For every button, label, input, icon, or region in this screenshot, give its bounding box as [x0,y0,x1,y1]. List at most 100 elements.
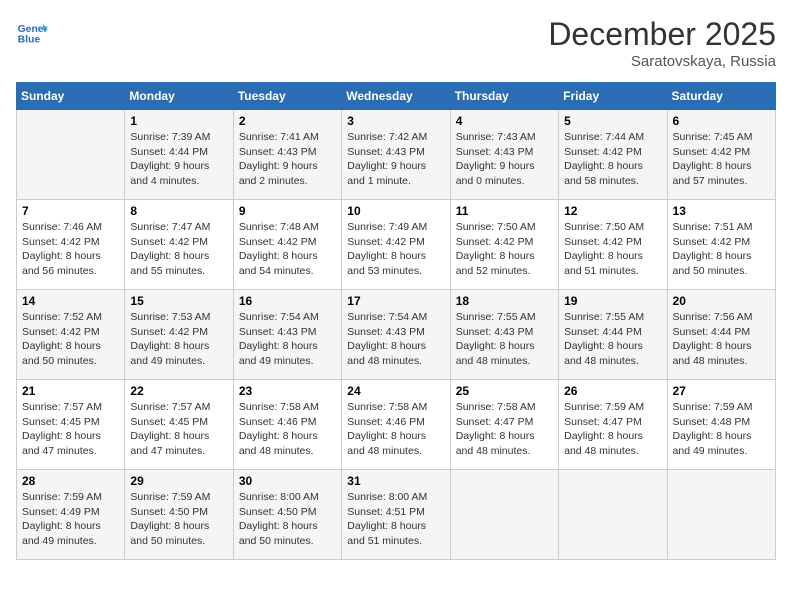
day-info: Sunrise: 7:54 AM Sunset: 4:43 PM Dayligh… [239,310,336,369]
day-info: Sunrise: 7:44 AM Sunset: 4:42 PM Dayligh… [564,130,661,189]
calendar-cell: 22 Sunrise: 7:57 AM Sunset: 4:45 PM Dayli… [125,380,233,470]
calendar-cell: 3Sunrise: 7:42 AM Sunset: 4:43 PM Daylig… [342,110,450,200]
day-number: 2 [239,114,336,128]
calendar-cell [450,470,558,560]
day-info: Sunrise: 7:41 AM Sunset: 4:43 PM Dayligh… [239,130,336,189]
calendar-cell: 16 Sunrise: 7:54 AM Sunset: 4:43 PM Dayli… [233,290,341,380]
day-info: Sunrise: 7:50 AM Sunset: 4:42 PM Dayligh… [564,220,661,279]
day-number: 29 [130,474,227,488]
day-number: 31 [347,474,444,488]
day-info: Sunrise: 7:50 AM Sunset: 4:42 PM Dayligh… [456,220,553,279]
day-info: Sunrise: 7:48 AM Sunset: 4:42 PM Dayligh… [239,220,336,279]
day-info: Sunrise: 7:51 AM Sunset: 4:42 PM Dayligh… [673,220,770,279]
header: General Blue December 2025 Saratovskaya,… [16,16,776,70]
day-info: Sunrise: 7:46 AM Sunset: 4:42 PM Dayligh… [22,220,119,279]
logo: General Blue [16,16,48,48]
day-of-week-header: Wednesday [342,83,450,110]
day-info: Sunrise: 7:59 AM Sunset: 4:48 PM Dayligh… [673,400,770,459]
day-number: 10 [347,204,444,218]
day-of-week-header: Saturday [667,83,775,110]
day-info: Sunrise: 7:58 AM Sunset: 4:46 PM Dayligh… [347,400,444,459]
day-number: 30 [239,474,336,488]
day-info: Sunrise: 7:39 AM Sunset: 4:44 PM Dayligh… [130,130,227,189]
calendar-cell: 9 Sunrise: 7:48 AM Sunset: 4:42 PM Daylig… [233,200,341,290]
day-number: 8 [130,204,227,218]
calendar-cell: 8 Sunrise: 7:47 AM Sunset: 4:42 PM Daylig… [125,200,233,290]
day-info: Sunrise: 7:52 AM Sunset: 4:42 PM Dayligh… [22,310,119,369]
calendar-cell: 10Sunrise: 7:49 AM Sunset: 4:42 PM Dayli… [342,200,450,290]
day-info: Sunrise: 7:55 AM Sunset: 4:43 PM Dayligh… [456,310,553,369]
calendar-cell [17,110,125,200]
calendar-cell: 25 Sunrise: 7:58 AM Sunset: 4:47 PM Dayli… [450,380,558,470]
day-number: 28 [22,474,119,488]
calendar-cell: 6Sunrise: 7:45 AM Sunset: 4:42 PM Daylig… [667,110,775,200]
day-of-week-header: Sunday [17,83,125,110]
day-number: 17 [347,294,444,308]
calendar-cell: 11 Sunrise: 7:50 AM Sunset: 4:42 PM Dayli… [450,200,558,290]
day-number: 18 [456,294,553,308]
calendar-cell: 12 Sunrise: 7:50 AM Sunset: 4:42 PM Dayli… [559,200,667,290]
day-number: 23 [239,384,336,398]
location-subtitle: Saratovskaya, Russia [548,53,776,70]
day-number: 12 [564,204,661,218]
day-of-week-header: Tuesday [233,83,341,110]
calendar-cell: 13 Sunrise: 7:51 AM Sunset: 4:42 PM Dayli… [667,200,775,290]
day-number: 25 [456,384,553,398]
day-info: Sunrise: 7:58 AM Sunset: 4:47 PM Dayligh… [456,400,553,459]
calendar-cell: 29Sunrise: 7:59 AM Sunset: 4:50 PM Dayli… [125,470,233,560]
calendar-cell: 24 Sunrise: 7:58 AM Sunset: 4:46 PM Dayli… [342,380,450,470]
day-info: Sunrise: 7:56 AM Sunset: 4:44 PM Dayligh… [673,310,770,369]
calendar-cell: 5 Sunrise: 7:44 AM Sunset: 4:42 PM Daylig… [559,110,667,200]
day-number: 13 [673,204,770,218]
day-number: 21 [22,384,119,398]
day-number: 6 [673,114,770,128]
calendar-cell [559,470,667,560]
title-area: December 2025 Saratovskaya, Russia [548,16,776,70]
calendar-week-row: 1 Sunrise: 7:39 AM Sunset: 4:44 PM Daylig… [17,110,776,200]
day-number: 24 [347,384,444,398]
day-number: 27 [673,384,770,398]
calendar-cell: 31Sunrise: 8:00 AM Sunset: 4:51 PM Dayli… [342,470,450,560]
calendar-cell: 26Sunrise: 7:59 AM Sunset: 4:47 PM Dayli… [559,380,667,470]
calendar-cell: 28 Sunrise: 7:59 AM Sunset: 4:49 PM Dayli… [17,470,125,560]
calendar-cell: 18 Sunrise: 7:55 AM Sunset: 4:43 PM Dayli… [450,290,558,380]
calendar-cell: 21Sunrise: 7:57 AM Sunset: 4:45 PM Dayli… [17,380,125,470]
calendar-cell: 15 Sunrise: 7:53 AM Sunset: 4:42 PM Dayli… [125,290,233,380]
day-number: 19 [564,294,661,308]
calendar-cell: 2 Sunrise: 7:41 AM Sunset: 4:43 PM Daylig… [233,110,341,200]
day-info: Sunrise: 7:57 AM Sunset: 4:45 PM Dayligh… [130,400,227,459]
calendar-cell: 1 Sunrise: 7:39 AM Sunset: 4:44 PM Daylig… [125,110,233,200]
day-info: Sunrise: 7:53 AM Sunset: 4:42 PM Dayligh… [130,310,227,369]
day-number: 9 [239,204,336,218]
day-info: Sunrise: 7:59 AM Sunset: 4:47 PM Dayligh… [564,400,661,459]
day-number: 4 [456,114,553,128]
day-number: 1 [130,114,227,128]
day-number: 11 [456,204,553,218]
calendar-week-row: 14Sunrise: 7:52 AM Sunset: 4:42 PM Dayli… [17,290,776,380]
calendar-cell: 7 Sunrise: 7:46 AM Sunset: 4:42 PM Daylig… [17,200,125,290]
day-number: 16 [239,294,336,308]
day-number: 3 [347,114,444,128]
day-number: 20 [673,294,770,308]
calendar-cell: 30 Sunrise: 8:00 AM Sunset: 4:50 PM Dayli… [233,470,341,560]
calendar-cell: 19Sunrise: 7:55 AM Sunset: 4:44 PM Dayli… [559,290,667,380]
day-info: Sunrise: 7:47 AM Sunset: 4:42 PM Dayligh… [130,220,227,279]
day-number: 5 [564,114,661,128]
calendar-header-row: SundayMondayTuesdayWednesdayThursdayFrid… [17,83,776,110]
calendar-cell: 23Sunrise: 7:58 AM Sunset: 4:46 PM Dayli… [233,380,341,470]
day-info: Sunrise: 8:00 AM Sunset: 4:50 PM Dayligh… [239,490,336,549]
month-title: December 2025 [548,16,776,53]
day-number: 15 [130,294,227,308]
calendar-cell: 17Sunrise: 7:54 AM Sunset: 4:43 PM Dayli… [342,290,450,380]
calendar-week-row: 28 Sunrise: 7:59 AM Sunset: 4:49 PM Dayli… [17,470,776,560]
svg-text:Blue: Blue [18,34,41,45]
calendar-body: 1 Sunrise: 7:39 AM Sunset: 4:44 PM Daylig… [17,110,776,560]
day-of-week-header: Monday [125,83,233,110]
calendar-cell: 14Sunrise: 7:52 AM Sunset: 4:42 PM Dayli… [17,290,125,380]
day-number: 7 [22,204,119,218]
logo-icon: General Blue [16,16,48,48]
day-of-week-header: Thursday [450,83,558,110]
calendar-table: SundayMondayTuesdayWednesdayThursdayFrid… [16,82,776,560]
day-info: Sunrise: 7:59 AM Sunset: 4:49 PM Dayligh… [22,490,119,549]
day-number: 22 [130,384,227,398]
